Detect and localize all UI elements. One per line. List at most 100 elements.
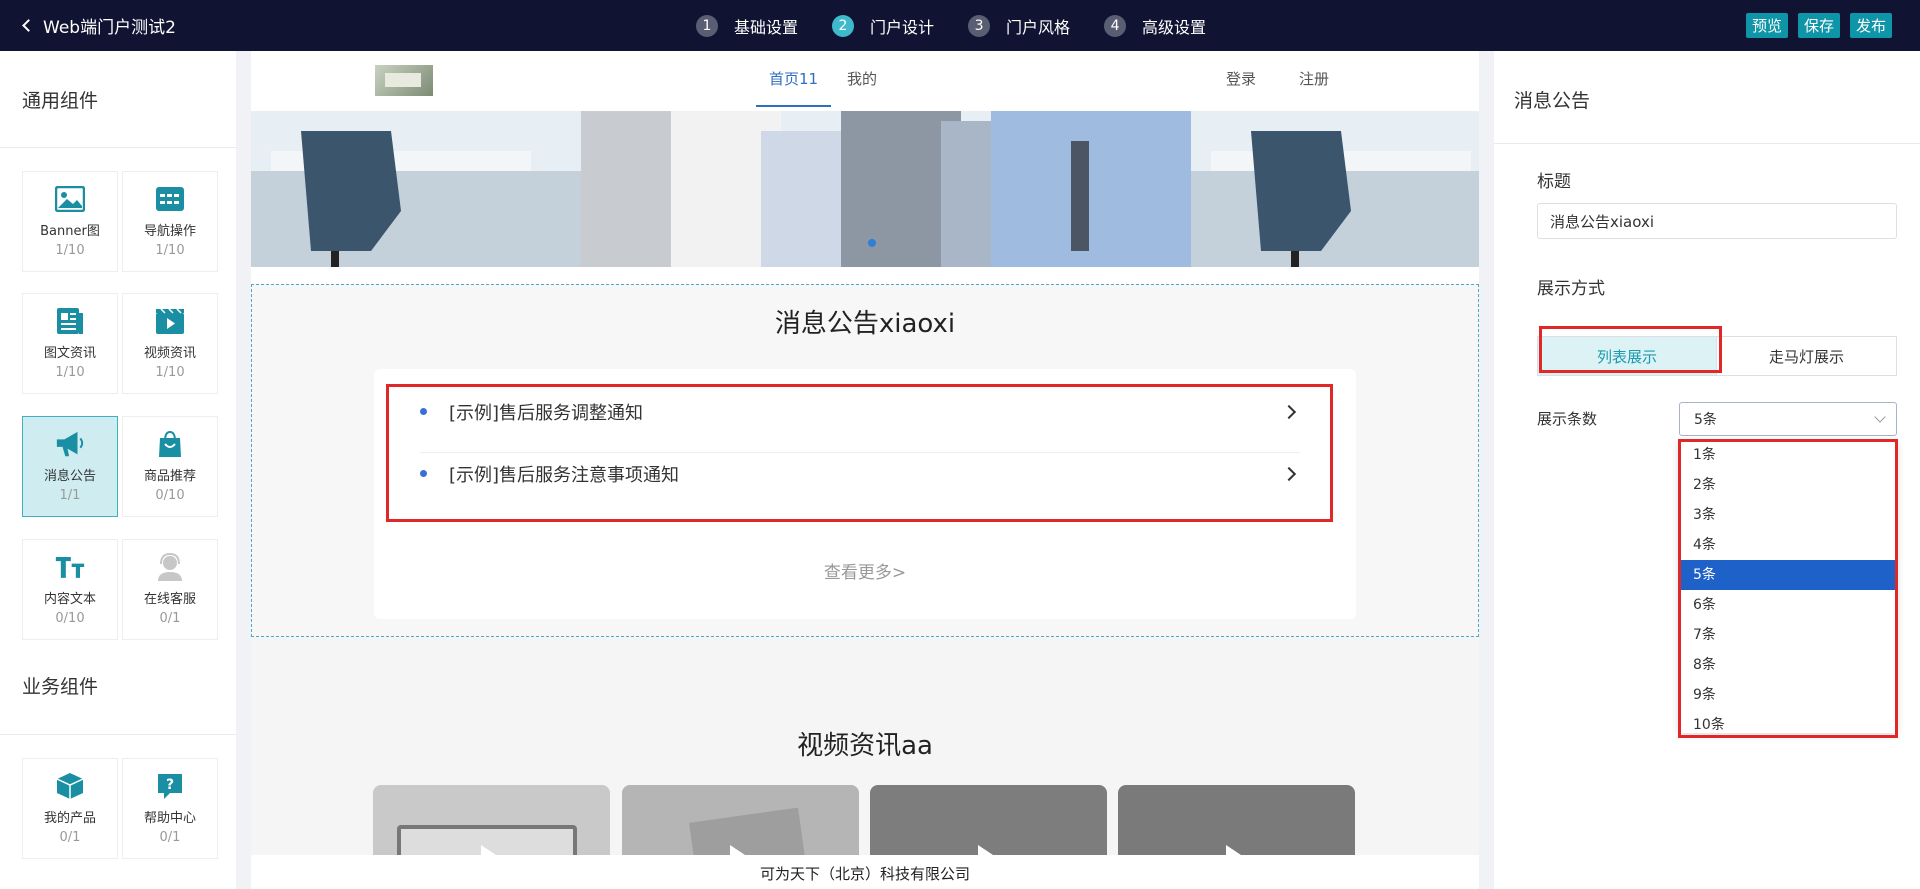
chevron-right-icon: [1281, 404, 1297, 419]
component-online-support[interactable]: 在线客服 0/1: [122, 539, 218, 640]
component-notice[interactable]: 消息公告 1/1: [22, 416, 118, 517]
dropdown-option[interactable]: 7条: [1679, 620, 1897, 650]
component-product-recommend[interactable]: 商品推荐 0/10: [122, 416, 218, 517]
component-count: 1/10: [55, 243, 85, 258]
component-help-center[interactable]: ? 帮助中心 0/1: [122, 758, 218, 859]
dropdown-option[interactable]: 1条: [1679, 440, 1897, 470]
component-name: 帮助中心: [143, 811, 196, 826]
component-content-text[interactable]: 内容文本 0/10: [22, 539, 118, 640]
component-my-products[interactable]: 我的产品 0/1: [22, 758, 118, 859]
chevron-down-icon: [1874, 411, 1886, 423]
login-link[interactable]: 登录: [1226, 51, 1256, 107]
dropdown-option[interactable]: 6条: [1679, 590, 1897, 620]
notice-title: 消息公告xiaoxi: [774, 309, 956, 339]
register-link[interactable]: 注册: [1299, 51, 1329, 107]
component-name: 我的产品: [43, 811, 96, 826]
toolbar-buttons: 预览 保存 发布: [1736, 13, 1892, 38]
site-footer: 可为天下（北京）科技有限公司: [251, 855, 1479, 889]
video-card[interactable]: [1118, 785, 1355, 865]
title-label: 标题: [1537, 172, 1571, 192]
video-module[interactable]: 视频资讯aa: [251, 637, 1479, 865]
video-icon: [155, 306, 185, 336]
properties-panel: 消息公告 标题 展示方式 列表展示 走马灯展示 展示条数 5条 1条 2条 3条…: [1494, 51, 1920, 889]
component-count: 0/1: [159, 830, 181, 845]
box-icon: [55, 771, 85, 801]
step-nav: 1 基础设置 2 门户设计 3 门户风格 4 高级设置: [696, 0, 1240, 51]
banner-image[interactable]: [251, 111, 1479, 267]
display-marquee-button[interactable]: 走马灯展示: [1717, 336, 1897, 376]
step-portal-design[interactable]: 2 门户设计: [832, 14, 934, 38]
step-portal-style[interactable]: 3 门户风格: [968, 14, 1070, 38]
component-name: 图文资讯: [43, 346, 96, 361]
component-banner[interactable]: Banner图 1/10: [22, 171, 118, 272]
chevron-left-icon: [22, 19, 35, 32]
component-count: 0/10: [55, 611, 85, 626]
component-count: 1/10: [55, 365, 85, 380]
component-name: 内容文本: [43, 592, 96, 607]
count-select[interactable]: 5条: [1679, 402, 1897, 436]
component-name: 导航操作: [143, 224, 196, 239]
dropdown-option-selected[interactable]: 5条: [1679, 560, 1897, 590]
display-mode-label: 展示方式: [1537, 279, 1605, 299]
component-name: 消息公告: [43, 469, 96, 484]
step-basic-settings[interactable]: 1 基础设置: [696, 14, 798, 38]
step-advanced-settings[interactable]: 4 高级设置: [1104, 14, 1206, 38]
dropdown-option[interactable]: 2条: [1679, 470, 1897, 500]
component-panel: 通用组件 Banner图 1/10 导航操作 1/10 图文资讯 1/10 视频…: [0, 51, 236, 889]
portal-name: Web端门户测试2: [43, 18, 176, 38]
component-video[interactable]: 视频资讯 1/10: [122, 293, 218, 394]
support-icon: [155, 552, 185, 582]
video-card[interactable]: [373, 785, 610, 865]
dropdown-option[interactable]: 3条: [1679, 500, 1897, 530]
notice-module[interactable]: 消息公告xiaoxi [示例]售后服务调整通知 [示例]售后服务注意事项通知 查…: [251, 284, 1479, 637]
dropdown-option[interactable]: 4条: [1679, 530, 1897, 560]
dropdown-option[interactable]: 9条: [1679, 680, 1897, 710]
dropdown-option[interactable]: 10条: [1679, 710, 1897, 733]
count-select-value: 5条: [1694, 412, 1717, 428]
step-label: 基础设置: [734, 17, 799, 37]
svg-text:?: ?: [166, 777, 174, 793]
component-name: 视频资讯: [143, 346, 196, 361]
video-card[interactable]: [622, 785, 859, 865]
notice-item[interactable]: [示例]售后服务注意事项通知: [406, 443, 1324, 504]
count-label: 展示条数: [1537, 410, 1598, 428]
component-count: 1/10: [155, 365, 185, 380]
publish-button[interactable]: 发布: [1849, 13, 1892, 38]
step-number: 1: [696, 14, 718, 37]
nav-icon: [155, 184, 185, 214]
nav-mine[interactable]: 我的: [847, 51, 877, 107]
notice-item[interactable]: [示例]售后服务调整通知: [406, 381, 1324, 442]
step-number: 4: [1104, 14, 1127, 37]
nav-home[interactable]: 首页11: [756, 51, 832, 107]
notice-list: [示例]售后服务调整通知 [示例]售后服务注意事项通知 查看更多>: [374, 369, 1356, 619]
display-list-button[interactable]: 列表展示: [1537, 336, 1717, 376]
step-number: 3: [968, 14, 991, 37]
component-navigation[interactable]: 导航操作 1/10: [122, 171, 218, 272]
article-icon: [55, 306, 85, 336]
component-name: 商品推荐: [143, 469, 196, 484]
portal-canvas: 首页11 我的 登录 注册 消息公告xiaoxi [示例]售后服务调整通知 [示…: [251, 51, 1479, 889]
site-logo: [375, 65, 433, 96]
component-name: Banner图: [40, 224, 100, 239]
help-icon: ?: [155, 771, 185, 801]
view-more-link[interactable]: 查看更多>: [374, 558, 1356, 583]
site-nav: 首页11 我的 登录 注册: [251, 51, 1479, 111]
video-card[interactable]: [870, 785, 1107, 865]
image-icon: [55, 184, 85, 214]
dropdown-option[interactable]: 8条: [1679, 650, 1897, 680]
component-count: 1/1: [59, 488, 81, 503]
panel-title: 消息公告: [1514, 90, 1591, 112]
preview-button[interactable]: 预览: [1745, 13, 1788, 38]
video-title: 视频资讯aa: [797, 731, 933, 761]
title-input[interactable]: [1537, 203, 1897, 239]
component-count: 1/10: [155, 243, 185, 258]
save-button[interactable]: 保存: [1797, 13, 1840, 38]
notice-item-text: [示例]售后服务注意事项通知: [449, 464, 680, 486]
general-components-title: 通用组件: [22, 90, 99, 112]
bullet-icon: [420, 408, 427, 415]
component-count: 0/1: [159, 611, 181, 626]
component-article[interactable]: 图文资讯 1/10: [22, 293, 118, 394]
divider: [0, 734, 236, 735]
back-button[interactable]: Web端门户测试2: [22, 0, 176, 51]
step-label: 高级设置: [1142, 17, 1207, 37]
